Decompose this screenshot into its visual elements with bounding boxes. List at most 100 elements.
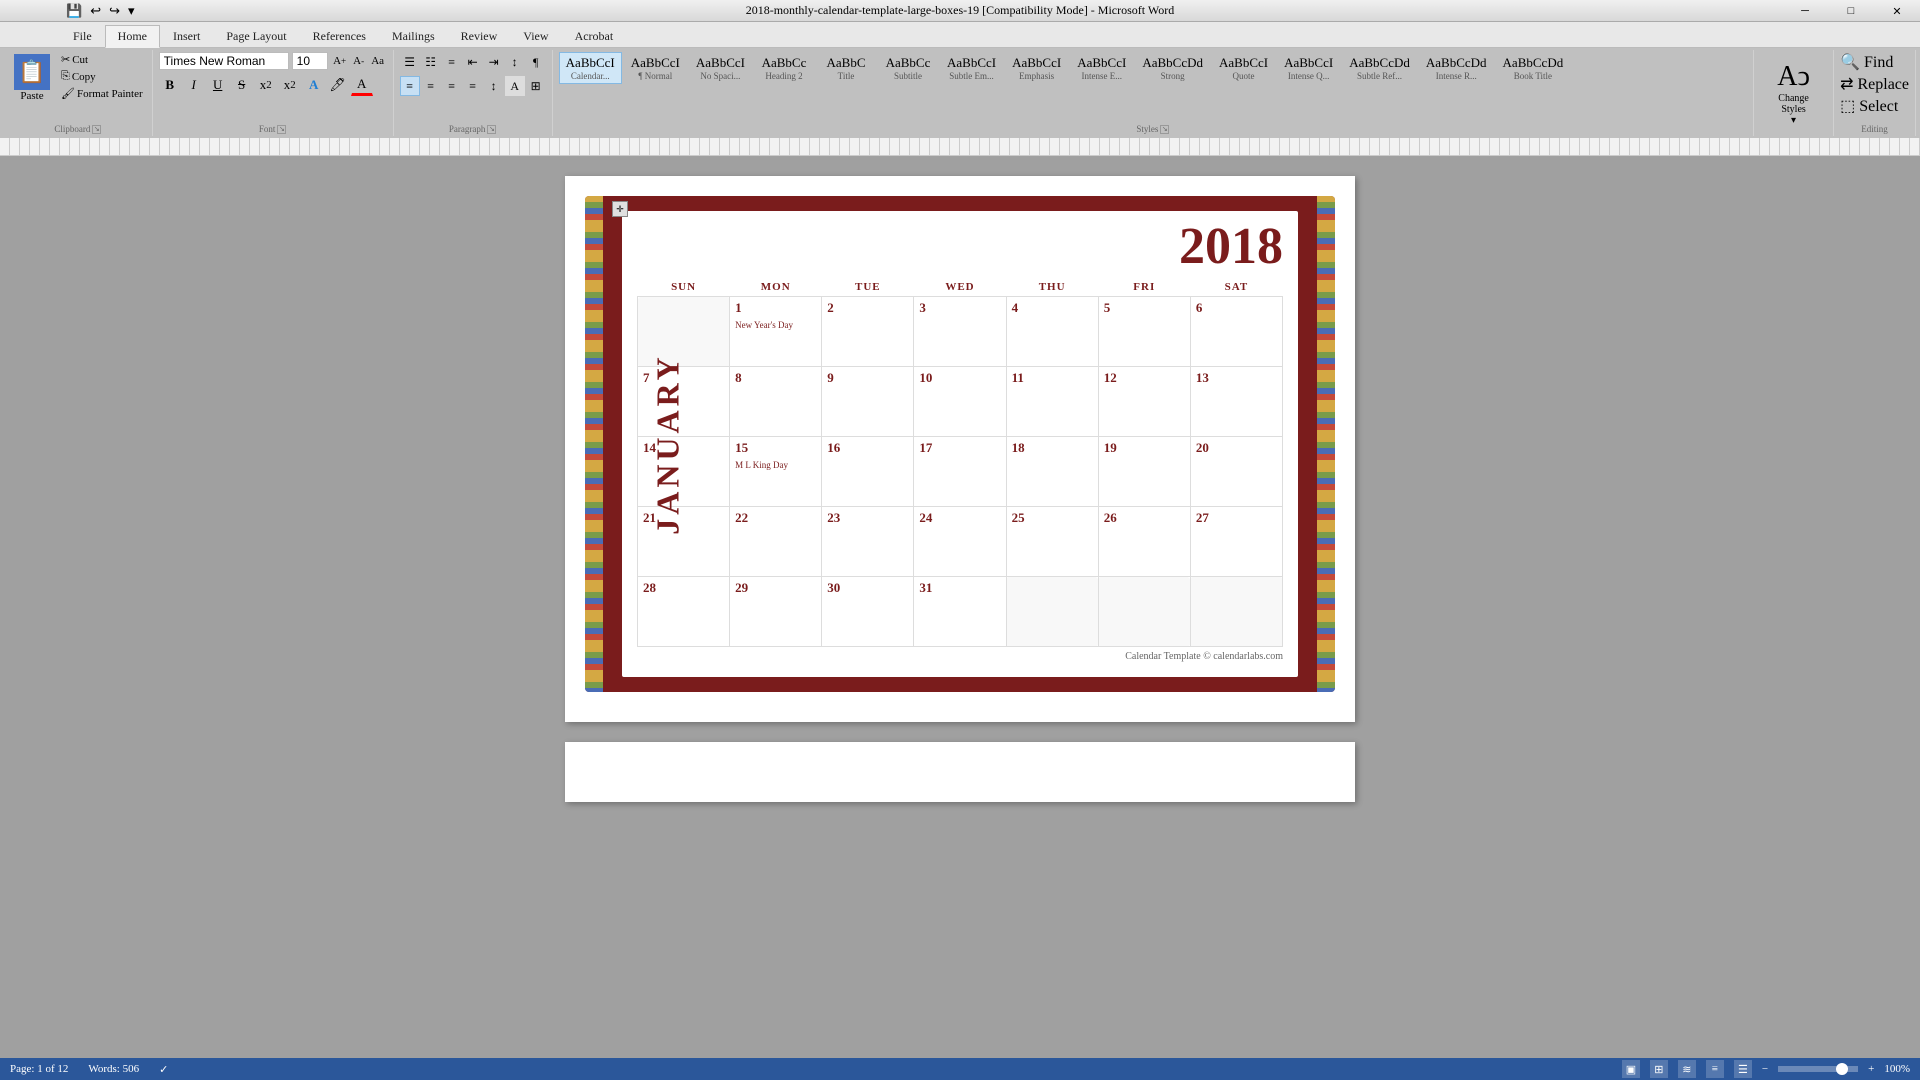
format-painter-button[interactable]: 🖌 Format Painter	[58, 86, 146, 101]
align-left-button[interactable]: ≡	[400, 76, 420, 96]
status-bar-right: ▣ ⊞ ≋ ≡ ☰ − + 100%	[1622, 1060, 1910, 1078]
move-handle[interactable]: ✛	[612, 201, 628, 217]
tab-file[interactable]: File	[60, 25, 105, 47]
bullets-button[interactable]: ☰	[400, 52, 420, 72]
paragraph-expander[interactable]: ↘	[487, 125, 496, 134]
save-icon[interactable]: 💾	[64, 2, 84, 20]
bold-button[interactable]: B	[159, 74, 181, 96]
font-shrink-button[interactable]: A-	[350, 52, 368, 70]
tab-page-layout[interactable]: Page Layout	[213, 25, 299, 47]
redo-icon[interactable]: ↪	[107, 2, 122, 20]
justify-button[interactable]: ≡	[463, 76, 483, 96]
font-label: Font	[259, 124, 276, 134]
calendar-cell: 28	[638, 577, 730, 647]
tab-references[interactable]: References	[300, 25, 379, 47]
tab-mailings[interactable]: Mailings	[379, 25, 448, 47]
superscript-button[interactable]: x2	[279, 74, 301, 96]
style-item[interactable]: AaBbCcIIntense Q...	[1277, 52, 1340, 84]
font-color-button[interactable]: A	[351, 74, 373, 96]
paste-button[interactable]: 📋 Paste	[10, 52, 54, 104]
borders-button[interactable]: ⊞	[526, 76, 546, 96]
tab-view[interactable]: View	[510, 25, 561, 47]
align-right-button[interactable]: ≡	[442, 76, 462, 96]
style-item[interactable]: AaBbCcIQuote	[1212, 52, 1275, 84]
line-spacing-button[interactable]: ↕	[484, 76, 504, 96]
zoom-thumb[interactable]	[1836, 1063, 1848, 1075]
zoom-level[interactable]: 100%	[1884, 1063, 1910, 1075]
decrease-indent-button[interactable]: ⇤	[463, 52, 483, 72]
shading-button[interactable]: A	[505, 76, 525, 96]
sort-button[interactable]: ↕	[505, 52, 525, 72]
paste-icon: 📋	[14, 54, 50, 90]
strikethrough-button[interactable]: S	[231, 74, 253, 96]
print-view-button[interactable]: ▣	[1622, 1060, 1640, 1078]
style-item[interactable]: AaBbCcI¶ Normal	[624, 52, 687, 84]
style-item[interactable]: AaBbCcHeading 2	[754, 52, 814, 84]
styles-group: AaBbCcICalendar...AaBbCcI¶ NormalAaBbCcI…	[553, 50, 1754, 136]
draft-view-button[interactable]: ☰	[1734, 1060, 1752, 1078]
style-item[interactable]: AaBbCcISubtle Em...	[940, 52, 1003, 84]
show-marks-button[interactable]: ¶	[526, 52, 546, 72]
change-styles-button[interactable]: Aↄ Change Styles ▾	[1769, 57, 1818, 130]
font-size-input[interactable]	[292, 52, 328, 70]
word-count: Words: 506	[88, 1063, 139, 1075]
style-item[interactable]: AaBbCcIEmphasis	[1005, 52, 1068, 84]
style-item[interactable]: AaBbCcINo Spaci...	[689, 52, 752, 84]
change-case-button[interactable]: Aa	[369, 52, 387, 70]
underline-button[interactable]: U	[207, 74, 229, 96]
multilevel-button[interactable]: ≡	[442, 52, 462, 72]
day-header: TUE	[822, 278, 914, 297]
day-header: SUN	[638, 278, 730, 297]
spelling-icon[interactable]: ✓	[159, 1063, 168, 1076]
style-item[interactable]: AaBbCcDdSubtle Ref...	[1342, 52, 1417, 84]
maximize-button[interactable]: □	[1828, 0, 1874, 22]
change-styles-dropdown[interactable]: ▾	[1791, 115, 1796, 126]
style-item[interactable]: AaBbCTitle	[816, 52, 876, 84]
calendar-cell: 4	[1006, 297, 1098, 367]
undo-icon[interactable]: ↩	[88, 2, 103, 20]
tab-home[interactable]: Home	[105, 25, 160, 48]
full-reading-button[interactable]: ⊞	[1650, 1060, 1668, 1078]
minimize-button[interactable]: ─	[1782, 0, 1828, 22]
replace-button[interactable]: ⇄ Replace	[1840, 74, 1909, 94]
find-button[interactable]: 🔍 Find	[1840, 52, 1893, 72]
style-item[interactable]: AaBbCcDdBook Title	[1496, 52, 1571, 84]
text-effects-button[interactable]: A	[303, 74, 325, 96]
close-button[interactable]: ✕	[1874, 0, 1920, 22]
align-center-button[interactable]: ≡	[421, 76, 441, 96]
stripe-right	[1317, 196, 1335, 692]
font-grow-button[interactable]: A+	[331, 52, 349, 70]
find-label: Find	[1864, 54, 1893, 71]
style-item[interactable]: AaBbCcDdIntense R...	[1419, 52, 1494, 84]
tab-review[interactable]: Review	[448, 25, 511, 47]
calendar-cell: 23	[822, 507, 914, 577]
italic-button[interactable]: I	[183, 74, 205, 96]
style-item[interactable]: AaBbCcIIntense E...	[1070, 52, 1133, 84]
copy-button[interactable]: ⎘ Copy	[58, 69, 146, 84]
style-item[interactable]: AaBbCcSubtitle	[878, 52, 938, 84]
zoom-slider[interactable]	[1778, 1066, 1858, 1072]
web-layout-button[interactable]: ≋	[1678, 1060, 1696, 1078]
style-item[interactable]: AaBbCcDdStrong	[1135, 52, 1210, 84]
subscript-button[interactable]: x2	[255, 74, 277, 96]
cut-button[interactable]: ✂ Cut	[58, 52, 146, 67]
font-name-input[interactable]	[159, 52, 289, 70]
zoom-in-button[interactable]: +	[1868, 1063, 1874, 1075]
text-highlight-button[interactable]: 🖊	[327, 74, 349, 96]
styles-label: Styles	[1136, 124, 1158, 134]
outline-view-button[interactable]: ≡	[1706, 1060, 1724, 1078]
quick-access-toolbar[interactable]: 💾 ↩ ↪ ▾	[60, 0, 141, 22]
font-expander[interactable]: ↘	[277, 125, 286, 134]
style-item[interactable]: AaBbCcICalendar...	[559, 52, 622, 84]
styles-expander[interactable]: ↘	[1160, 125, 1169, 134]
clipboard-expander[interactable]: ↘	[92, 125, 101, 134]
zoom-out-button[interactable]: −	[1762, 1063, 1768, 1075]
select-button[interactable]: ⬚ Select	[1840, 96, 1898, 116]
quick-access-dropdown[interactable]: ▾	[126, 2, 137, 20]
tab-insert[interactable]: Insert	[160, 25, 213, 47]
paste-label: Paste	[20, 90, 43, 102]
tab-acrobat[interactable]: Acrobat	[562, 25, 627, 47]
increase-indent-button[interactable]: ⇥	[484, 52, 504, 72]
numbering-button[interactable]: ☷	[421, 52, 441, 72]
day-number: 8	[735, 370, 816, 386]
